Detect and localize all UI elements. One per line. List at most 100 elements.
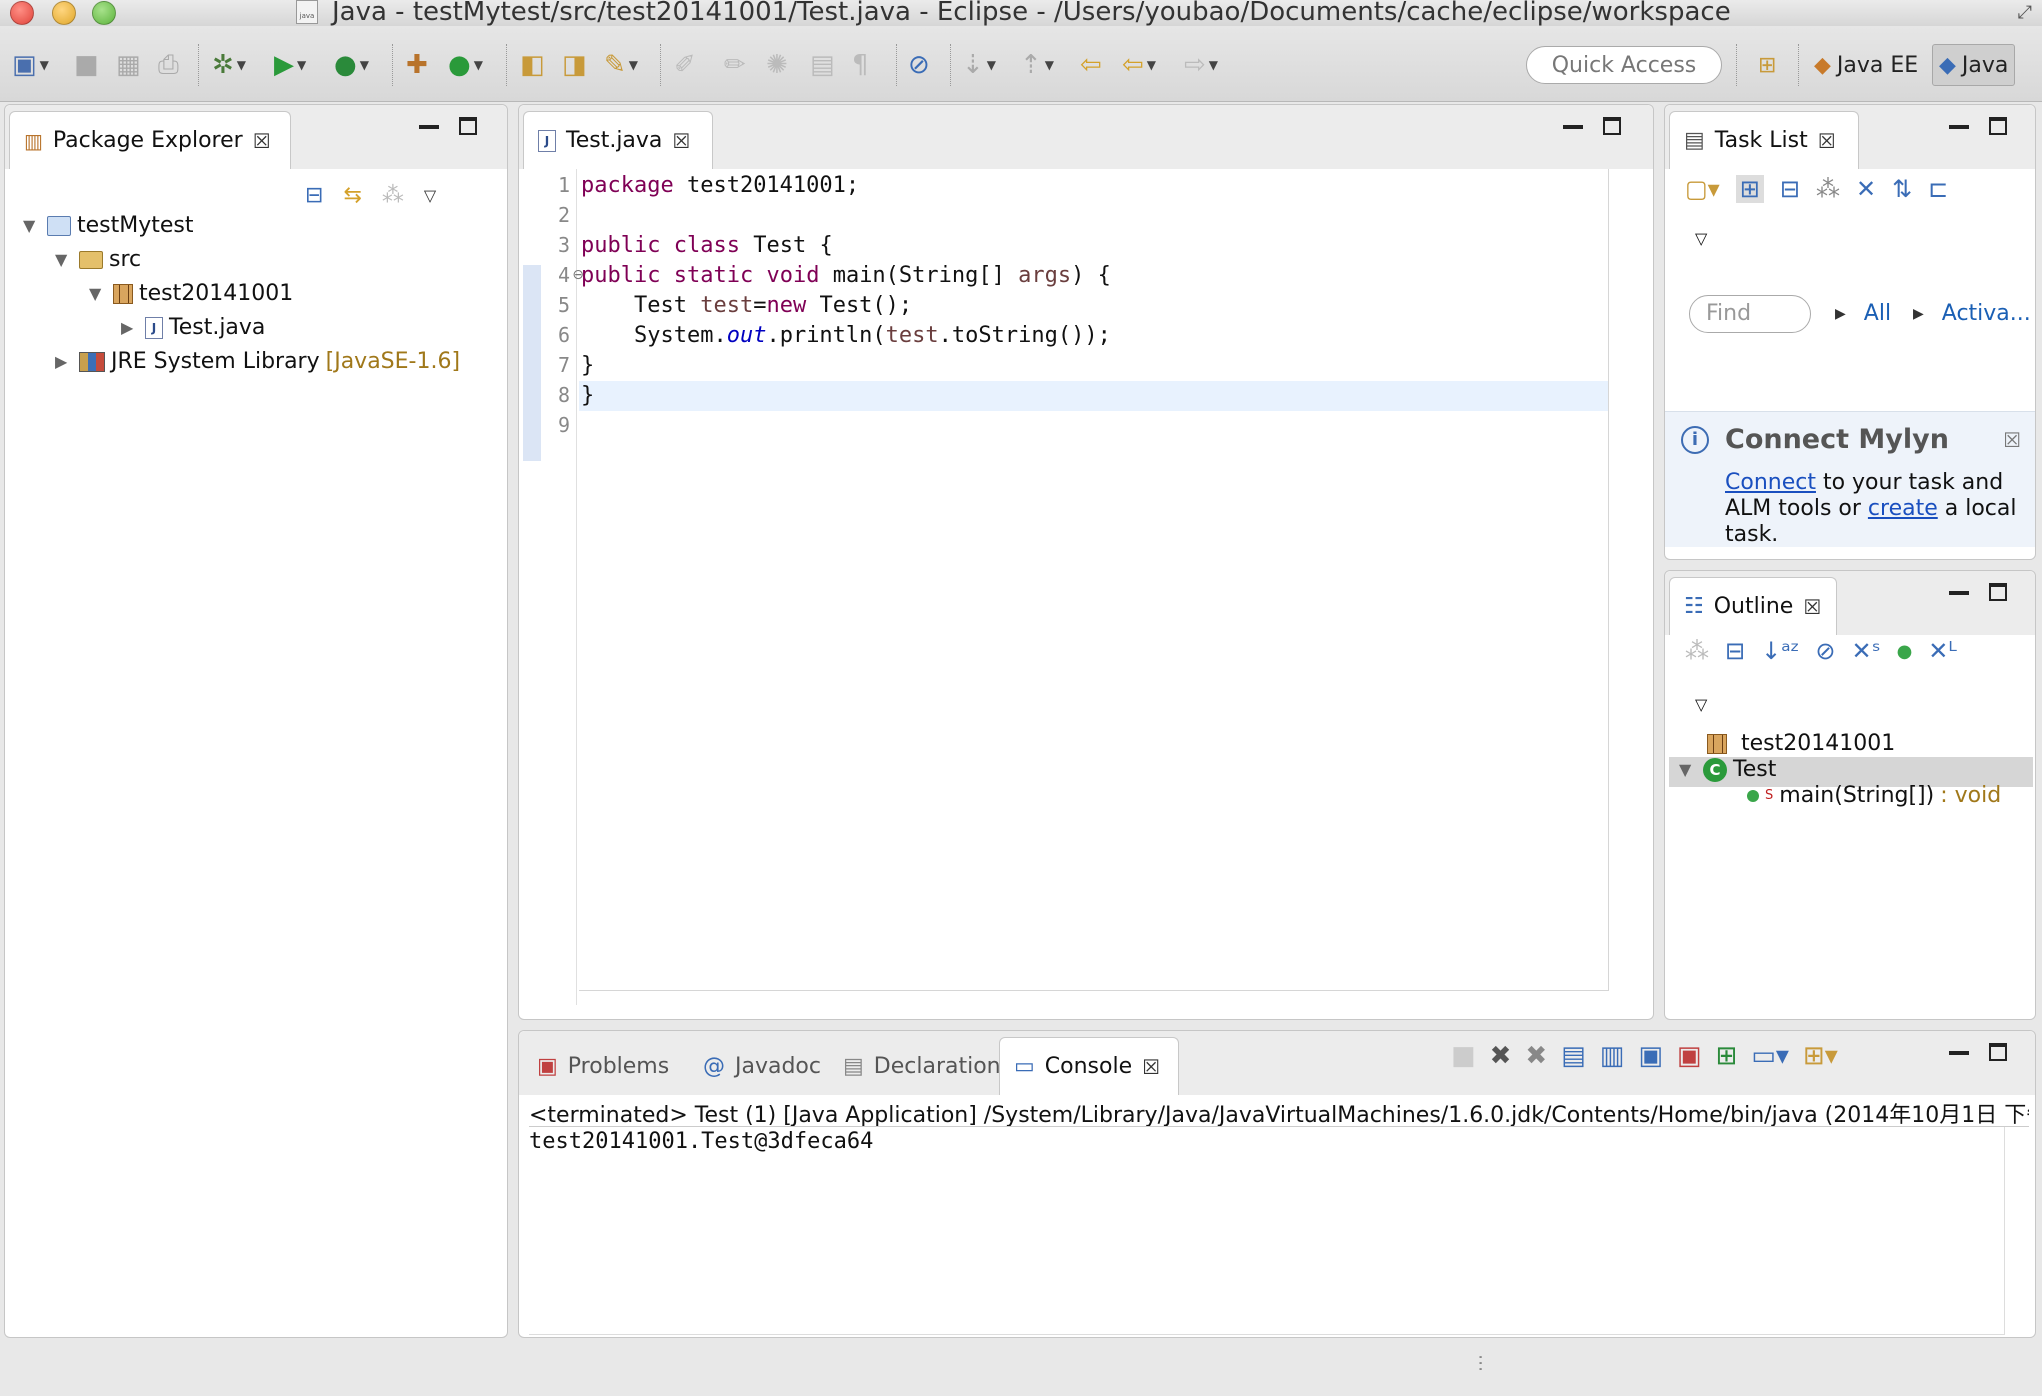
maximize-view-button[interactable] (1989, 117, 2007, 135)
expand-toggle-icon[interactable]: ▶ (55, 352, 73, 371)
close-window-button[interactable] (10, 1, 34, 25)
open-console-icon[interactable]: ⊞▾ (1803, 1041, 1838, 1071)
show-on-stdout-icon[interactable]: ▣ (1638, 1041, 1663, 1071)
hide-fields-icon[interactable]: ⊘ (1815, 637, 1835, 665)
tab-package-explorer[interactable]: ▥ Package Explorer ☒ (9, 111, 291, 169)
create-link[interactable]: create (1868, 496, 1938, 521)
tab-declaration[interactable]: ▤ Declaration (829, 1037, 1015, 1095)
close-icon[interactable]: ☒ (1142, 1055, 1160, 1079)
open-type-button[interactable]: ◧ (520, 48, 545, 82)
expand-toggle-icon[interactable]: ▼ (89, 284, 107, 303)
close-icon[interactable]: ☒ (672, 129, 690, 153)
open-task-button[interactable]: ◨ (562, 48, 587, 82)
minimize-view-button[interactable] (1949, 1051, 1969, 1055)
print-button[interactable]: ⎙ (158, 48, 179, 82)
filters-icon[interactable]: ⁂ (382, 183, 404, 208)
sort-icon[interactable]: ↓ᵃᶻ (1761, 637, 1799, 665)
tab-task-list[interactable]: ▤ Task List ☒ (1669, 111, 1859, 169)
zoom-window-button[interactable] (92, 1, 116, 25)
maximize-view-button[interactable] (459, 117, 477, 135)
perspective-java-ee[interactable]: ◆ Java EE (1808, 44, 1924, 86)
filter-completed-icon[interactable]: ⁂ (1816, 175, 1840, 203)
tab-console[interactable]: ▭ Console ☒ (999, 1037, 1179, 1095)
close-icon[interactable]: ☒ (2003, 428, 2021, 452)
outline-item-class[interactable]: ▼ C Test (1679, 757, 1776, 782)
categorized-view-icon[interactable]: ⊞ (1735, 175, 1764, 203)
tab-outline[interactable]: ☷ Outline ☒ (1669, 577, 1837, 635)
show-on-stderr-icon[interactable]: ▣ (1677, 1041, 1702, 1071)
filters-icon[interactable]: ⁂ (1685, 637, 1709, 665)
forward-button[interactable]: ⇨ ▼ (1184, 48, 1218, 82)
minimize-view-button[interactable] (1949, 591, 1969, 595)
last-edit-location-button[interactable]: ⇦ (1080, 48, 1102, 82)
hide-static-icon[interactable]: ✕ˢ (1852, 637, 1881, 665)
quick-access-input[interactable]: Quick Access (1526, 46, 1722, 84)
tree-item-java-file[interactable]: ▶ J Test.java (121, 315, 265, 340)
outline-item-package[interactable]: test20141001 (1707, 731, 1895, 756)
view-menu-icon[interactable]: ▽ (424, 186, 436, 205)
new-java-class-button[interactable]: ● ▼ (448, 48, 483, 82)
filter-all-link[interactable]: ▶ All (1835, 301, 1891, 326)
tab-javadoc[interactable]: @ Javadoc (689, 1037, 835, 1095)
tab-problems[interactable]: ▣ Problems (523, 1037, 683, 1095)
hide-local-types-icon[interactable]: ✕ᴸ (1928, 637, 1957, 665)
toggle-word-wrap-button[interactable]: ✏ (724, 48, 746, 82)
synchronize-icon[interactable]: ⇅ (1892, 175, 1912, 203)
tree-item-package[interactable]: ▼ test20141001 (89, 281, 293, 306)
collapse-all-icon[interactable]: ⊏ (1928, 175, 1948, 203)
save-button[interactable]: ■ (74, 48, 99, 82)
minimize-view-button[interactable] (1563, 125, 1583, 129)
view-menu-icon[interactable]: ▽ (1695, 695, 1707, 714)
show-whitespace-button[interactable]: ▤ (810, 48, 835, 82)
collapse-all-icon[interactable]: ⊟ (305, 183, 323, 208)
console-output[interactable]: test20141001.Test@3dfeca64 (529, 1127, 2005, 1335)
minimize-view-button[interactable] (419, 125, 439, 129)
expand-toggle-icon[interactable]: ▼ (55, 250, 73, 269)
run-button[interactable]: ▶ ▼ (274, 48, 306, 82)
back-button[interactable]: ⇦ ▼ (1122, 48, 1156, 82)
debug-button[interactable]: ✲ ▼ (212, 48, 246, 82)
terminate-icon[interactable]: ■ (1451, 1041, 1476, 1071)
open-perspective-button[interactable]: ⊞ (1752, 44, 1782, 86)
expand-toggle-icon[interactable]: ▼ (1679, 760, 1697, 779)
toggle-breadcrumb-button[interactable]: ⊘ (908, 48, 930, 82)
filter-activate-link[interactable]: ▶ Activa... (1913, 301, 2031, 326)
hide-tasks-icon[interactable]: ✕ (1856, 175, 1876, 203)
toggle-block-selection-button[interactable]: ✺ (766, 48, 788, 82)
previous-annotation-button[interactable]: ⇡ ▼ (1020, 48, 1054, 82)
save-all-button[interactable]: ▦ (116, 48, 141, 82)
resize-grip-icon[interactable]: ⋯ (1470, 1354, 1491, 1372)
hide-non-public-icon[interactable]: ● (1897, 641, 1913, 662)
scheduled-view-icon[interactable]: ⊟ (1780, 175, 1800, 203)
maximize-view-button[interactable] (1989, 1043, 2007, 1061)
external-tools-button[interactable]: ● ▼ (334, 48, 369, 82)
outline-item-method[interactable]: S main(String[]) : void (1747, 783, 2001, 808)
fullscreen-icon[interactable]: ⤢ (2018, 2, 2032, 23)
close-icon[interactable]: ☒ (253, 129, 271, 153)
tree-item-src[interactable]: ▼ src (55, 247, 141, 272)
tree-item-jre-library[interactable]: ▶ JRE System Library [JavaSE-1.6] (55, 349, 460, 374)
link-with-editor-icon[interactable]: ⇆ (343, 183, 361, 208)
next-annotation-button[interactable]: ⇣ ▼ (962, 48, 996, 82)
scroll-lock-icon[interactable]: ▥ (1600, 1041, 1625, 1071)
tree-item-project[interactable]: ▼ testMytest (23, 213, 194, 238)
expand-toggle-icon[interactable]: ▼ (23, 216, 41, 235)
maximize-view-button[interactable] (1989, 583, 2007, 601)
maximize-view-button[interactable] (1603, 117, 1621, 135)
new-task-icon[interactable]: ▢▾ (1685, 175, 1720, 203)
tab-test-java[interactable]: J Test.java ☒ (523, 111, 713, 169)
view-menu-icon[interactable]: ▽ (1695, 229, 1707, 248)
code-editor[interactable]: package test20141001; public class Test … (579, 169, 1609, 991)
minimize-view-button[interactable] (1949, 125, 1969, 129)
task-find-input[interactable]: Find (1689, 295, 1811, 333)
close-icon[interactable]: ☒ (1818, 129, 1836, 153)
remove-launch-icon[interactable]: ✖ (1490, 1041, 1512, 1071)
display-selected-console-icon[interactable]: ▭▾ (1751, 1041, 1789, 1071)
connect-link[interactable]: Connect (1725, 470, 1816, 495)
new-java-package-button[interactable]: ✚ (406, 48, 428, 82)
pin-console-icon[interactable]: ⊞ (1715, 1041, 1737, 1071)
show-paragraph-button[interactable]: ¶ (852, 48, 869, 82)
close-icon[interactable]: ☒ (1803, 595, 1821, 619)
expand-toggle-icon[interactable]: ▶ (121, 318, 139, 337)
clear-console-icon[interactable]: ▤ (1561, 1041, 1586, 1071)
